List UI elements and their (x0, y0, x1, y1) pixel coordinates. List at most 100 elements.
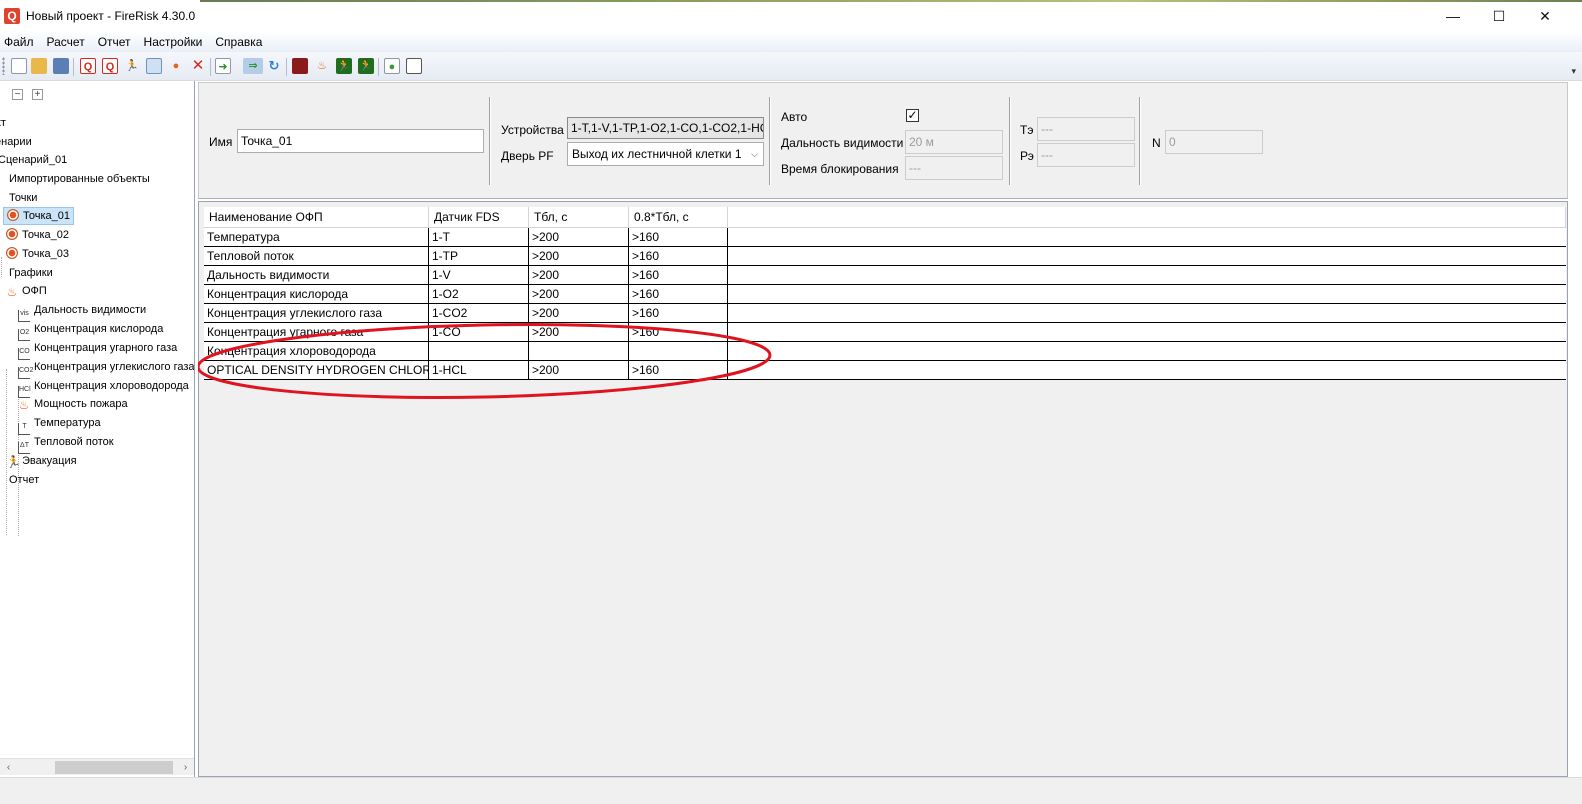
scrollbar-thumb[interactable] (55, 761, 173, 774)
grid-cell[interactable]: Тепловой поток (204, 247, 429, 265)
expand-all-button[interactable]: + (32, 89, 43, 100)
table-row[interactable]: Концентрация кислорода 1-O2 >200 >160 (204, 285, 1566, 304)
tree-node-imported-objects[interactable]: Импортированные объекты (9, 170, 150, 188)
table-row[interactable]: Температура 1-T >200 >160 (204, 228, 1566, 247)
grid-cell[interactable]: OPTICAL DENSITY HYDROGEN CHLORIDE (204, 361, 429, 379)
tree-node-visibility[interactable]: vis Дальность видимости (18, 301, 146, 322)
q-calc-icon[interactable]: Q (80, 58, 96, 74)
runner-icon[interactable]: 🏃 (336, 58, 352, 74)
new-file-icon[interactable] (11, 58, 27, 74)
tree-node-heat-flux[interactable]: ΔT Тепловой поток (18, 433, 114, 454)
run-icon[interactable]: ⇒ (243, 58, 263, 74)
door-pf-select[interactable]: Выход их лестничной клетки 1 ⌵ (567, 142, 764, 166)
auto-checkbox[interactable]: ✓ (906, 109, 919, 122)
grid-icon[interactable] (146, 58, 162, 74)
block-time-input[interactable]: --- (905, 156, 1003, 180)
grid-cell[interactable]: 1-TP (429, 247, 529, 265)
tree-node-scenario-01[interactable]: Сценарий_01 (0, 151, 67, 169)
grid-column-header[interactable]: 0.8*Тбл, с (629, 207, 728, 227)
grid-cell[interactable]: >200 (529, 304, 629, 322)
toolbar-overflow-icon[interactable]: ▾ (1571, 66, 1576, 77)
tree-node-fire-power[interactable]: ♨ Мощность пожара (18, 395, 128, 413)
menu-calc[interactable]: Расчет (41, 32, 92, 49)
grid-column-header[interactable]: Тбл, с (529, 207, 629, 227)
tree-node-project[interactable]: кт (0, 114, 6, 132)
grid-cell[interactable]: Концентрация угарного газа (204, 323, 429, 341)
grid-cell[interactable]: 1-V (429, 266, 529, 284)
menu-help[interactable]: Справка (209, 32, 269, 49)
grid-cell[interactable]: Концентрация кислорода (204, 285, 429, 303)
tree-node-scenarios[interactable]: енарии (0, 133, 32, 151)
scroll-right-icon[interactable]: › (177, 759, 194, 776)
tree-node-point-01[interactable]: Точка_01 (3, 207, 74, 225)
grid-cell[interactable]: 1-O2 (429, 285, 529, 303)
grid-cell[interactable]: >160 (629, 247, 728, 265)
q-settings-icon[interactable]: Q (102, 58, 118, 74)
table-row[interactable]: Концентрация угарного газа 1-CO >200 >160 (204, 323, 1566, 342)
delete-icon[interactable]: ✕ (190, 58, 206, 74)
grid-cell[interactable]: >200 (529, 323, 629, 341)
name-input[interactable]: Точка_01 (237, 129, 484, 153)
tree-horizontal-scrollbar[interactable]: ‹ › (0, 758, 194, 775)
grid-cell[interactable]: 1-CO2 (429, 304, 529, 322)
close-button[interactable]: ✕ (1522, 0, 1568, 32)
grid-cell[interactable]: 1-HCL (429, 361, 529, 379)
save-icon[interactable] (53, 58, 69, 74)
grid-cell[interactable]: >160 (629, 361, 728, 379)
open-folder-icon[interactable] (31, 58, 47, 74)
tree-node-ofp[interactable]: ♨ ОФП (6, 282, 47, 300)
minimize-button[interactable]: — (1430, 0, 1476, 32)
grid-column-header[interactable]: Датчик FDS (429, 207, 529, 227)
grid-cell[interactable]: >160 (629, 285, 728, 303)
grid-cell[interactable]: >160 (629, 304, 728, 322)
table-row[interactable]: Тепловой поток 1-TP >200 >160 (204, 247, 1566, 266)
grid-cell[interactable]: >160 (629, 266, 728, 284)
tree-node-co2[interactable]: CO2Концентрация углекислого газа (18, 358, 194, 379)
tree-node-report[interactable]: Отчет (9, 471, 39, 489)
grid-cell[interactable]: >160 (629, 228, 728, 246)
tree-node-co[interactable]: CO Концентрация угарного газа (18, 339, 177, 360)
visibility-range-input[interactable]: 20 м (905, 130, 1003, 154)
tree-node-hcl[interactable]: HCl Концентрация хлороводорода (18, 377, 189, 398)
grid-cell[interactable] (629, 342, 728, 360)
devices-input[interactable]: 1-T,1-V,1-TP,1-O2,1-CO,1-CO2,1-HCL (567, 117, 764, 139)
grid-cell[interactable]: >200 (529, 285, 629, 303)
maximize-button[interactable]: ☐ (1476, 0, 1522, 32)
grid-cell[interactable]: >160 (629, 323, 728, 341)
table-row[interactable]: Концентрация углекислого газа 1-CO2 >200 >1… (204, 304, 1566, 323)
grid-cell[interactable] (529, 342, 629, 360)
tree-node-points[interactable]: Точки (9, 189, 37, 207)
grid-cell[interactable]: Концентрация хлороводорода (204, 342, 429, 360)
grid-cell[interactable]: >200 (529, 247, 629, 265)
runner-alt-icon[interactable]: 🏃 (358, 58, 374, 74)
marker-icon[interactable]: ● (384, 58, 400, 74)
grid-cell[interactable]: Дальность видимости (204, 266, 429, 284)
tree-node-charts[interactable]: Графики (9, 264, 53, 282)
menu-file[interactable]: Файл (0, 32, 41, 49)
grid-cell[interactable]: 1-T (429, 228, 529, 246)
tree-node-oxygen[interactable]: O2 Концентрация кислорода (18, 320, 163, 341)
n-input[interactable]: 0 (1165, 130, 1263, 154)
chart-icon[interactable] (292, 58, 308, 74)
table-row[interactable]: Концентрация хлороводорода (204, 342, 1566, 361)
grid-cell[interactable]: Температура (204, 228, 429, 246)
evacuation-icon[interactable]: 🏃 (124, 58, 140, 74)
tree-node-point-02[interactable]: Точка_02 (6, 226, 69, 244)
tree-node-evacuation[interactable]: 🏃Эвакуация (6, 452, 77, 470)
tree-node-temperature[interactable]: T Температура (18, 414, 101, 435)
toolbar-gripper[interactable] (2, 57, 5, 75)
grid-column-header[interactable]: Наименование ОФП (204, 207, 429, 227)
table-row[interactable]: Дальность видимости 1-V >200 >160 (204, 266, 1566, 285)
grid-cell[interactable] (429, 342, 529, 360)
grid-cell[interactable]: 1-CO (429, 323, 529, 341)
grid-cell[interactable]: >200 (529, 228, 629, 246)
menu-report[interactable]: Отчет (92, 32, 138, 49)
import-icon[interactable]: ➜ (215, 58, 231, 74)
tree-node-point-03[interactable]: Точка_03 (6, 245, 69, 263)
collapse-all-button[interactable]: − (12, 89, 23, 100)
fire-source-icon[interactable]: ● (168, 58, 184, 74)
refresh-icon[interactable]: ↻ (266, 58, 282, 74)
menu-settings[interactable]: Настройки (138, 32, 210, 49)
pe-input[interactable]: --- (1037, 143, 1135, 167)
document-icon[interactable] (406, 58, 422, 74)
